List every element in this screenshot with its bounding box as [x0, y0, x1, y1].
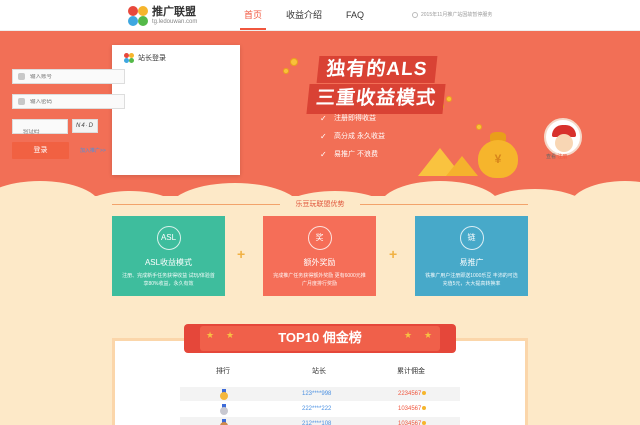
mascot-avatar[interactable] — [544, 118, 582, 156]
divider — [112, 204, 280, 205]
captcha-input[interactable] — [23, 129, 65, 135]
feature-item: ✓ 注册即得收益 — [320, 113, 376, 123]
check-icon: ✓ — [320, 149, 327, 159]
check-icon: ✓ — [320, 131, 327, 141]
logo-subtitle: tg.ledouwan.com — [152, 18, 198, 25]
table-row: 212****108 1034567 — [180, 417, 460, 425]
card-title: 易推广 — [459, 258, 484, 267]
slogan-line1: 独有的ALS — [316, 56, 438, 83]
coin-icon — [290, 58, 298, 66]
plus-icon: + — [389, 246, 398, 262]
asl-icon: ASL — [156, 226, 181, 250]
coin-icon — [283, 68, 289, 74]
lock-icon — [18, 98, 25, 105]
card-desc: 注册、完成新手任务获得收益 试玩/体验首享80%收益，永久有效 — [122, 273, 215, 287]
logo-title: 推广联盟 — [152, 5, 196, 18]
site-cell: 222****222 — [302, 406, 332, 412]
coin-icon — [422, 391, 427, 395]
login-panel: 站长登录 — [112, 45, 240, 175]
user-icon — [18, 73, 25, 80]
ranking-title: TOP10 佣金榜 — [278, 330, 362, 345]
star-icon: ★ — [226, 330, 235, 340]
amount-cell: 1034567 — [398, 417, 427, 425]
gold-medal-icon — [220, 389, 228, 400]
password-field[interactable] — [12, 94, 125, 109]
amount-cell: 2234567 — [398, 387, 427, 401]
feature-item: ✓ 易推广 不浪费 — [320, 149, 378, 159]
password-input[interactable] — [30, 98, 120, 105]
card-title: ASL收益模式 — [144, 258, 193, 267]
username-input[interactable] — [30, 73, 120, 80]
bronze-medal-icon — [220, 419, 228, 425]
nav-home[interactable]: 首页 — [236, 0, 270, 30]
notice-bar[interactable]: 2015年11月推广站因故暂停服务 — [412, 11, 492, 18]
face-icon — [555, 134, 573, 152]
advantage-card-asl: ASL ASL收益模式 注册、完成新手任务获得收益 试玩/体验首享80%收益，永… — [112, 216, 225, 296]
star-icon: ★ — [424, 330, 433, 340]
advantage-card-bonus: 奖 额外奖励 完成推广任务获得额外奖励 更有6000元推广月度排行奖励 — [263, 216, 376, 296]
card-title: 额外奖励 — [303, 258, 336, 267]
logo-mark-icon — [128, 6, 148, 26]
logo-mark-icon — [124, 53, 134, 63]
site-cell: 212****108 — [302, 421, 332, 425]
coin-icon — [422, 421, 427, 425]
plus-icon: + — [237, 246, 246, 262]
silver-medal-icon — [220, 404, 228, 415]
card-desc: 铁推广用户注册即送1000乐豆 丰沛的可选充值5元，大大提高转换率 — [425, 273, 518, 287]
amount-cell: 1034567 — [398, 402, 427, 416]
avatar-caption[interactable]: 查看 注册 — [546, 153, 567, 160]
advantage-card-easy: 链 易推广 铁推广用户注册即送1000乐豆 丰沛的可选充值5元，大大提高转换率 — [415, 216, 528, 296]
coins-icon: 奖 — [307, 226, 332, 250]
clock-icon — [412, 11, 418, 18]
divider — [360, 204, 528, 205]
nav-income[interactable]: 收益介绍 — [278, 0, 330, 30]
card-desc: 完成推广任务获得额外奖励 更有6000元推广月度排行奖励 — [273, 273, 366, 287]
site-cell: 123****998 — [302, 391, 332, 397]
captcha-field[interactable] — [12, 119, 68, 135]
check-icon: ✓ — [320, 113, 327, 123]
slogan-line2: 三重收益模式 — [306, 84, 446, 114]
username-field[interactable] — [12, 69, 125, 84]
pyramid-decoration — [446, 156, 478, 176]
login-title: 站长登录 — [138, 55, 166, 62]
top-header: 推广联盟 tg.ledouwan.com 首页 收益介绍 FAQ 2015年11… — [0, 0, 640, 31]
section-title: 乐豆玩联盟优势 — [295, 201, 345, 208]
link-icon: 链 — [459, 226, 484, 250]
login-button[interactable]: 登录 — [12, 142, 69, 159]
main-nav: 首页 收益介绍 FAQ — [236, 0, 380, 30]
coin-icon — [476, 124, 482, 130]
join-promo-link[interactable]: 加入推广>> — [80, 147, 106, 154]
table-row: 123****998 2234567 — [180, 387, 460, 401]
header-rank: 排行 — [216, 368, 230, 375]
coin-icon — [422, 406, 427, 410]
star-icon: ★ — [206, 330, 215, 340]
nav-faq[interactable]: FAQ — [338, 0, 372, 30]
header-site: 站长 — [312, 368, 326, 375]
table-row: 222****222 1034567 — [180, 402, 460, 416]
feature-item: ✓ 高分成 永久收益 — [320, 131, 385, 141]
yen-icon: ¥ — [494, 152, 502, 166]
notice-text: 2015年11月推广站因故暂停服务 — [421, 12, 493, 18]
slogan-box: 独有的ALS 三重收益模式 — [304, 56, 448, 116]
header-commission: 累计佣金 — [397, 368, 425, 375]
captcha-image[interactable]: N4·D — [72, 119, 98, 133]
site-logo[interactable]: 推广联盟 tg.ledouwan.com — [128, 6, 197, 26]
feature-list: ✓ 注册即得收益 ✓ 高分成 永久收益 ✓ 易推广 不浪费 — [320, 113, 385, 167]
star-icon: ★ — [404, 330, 413, 340]
